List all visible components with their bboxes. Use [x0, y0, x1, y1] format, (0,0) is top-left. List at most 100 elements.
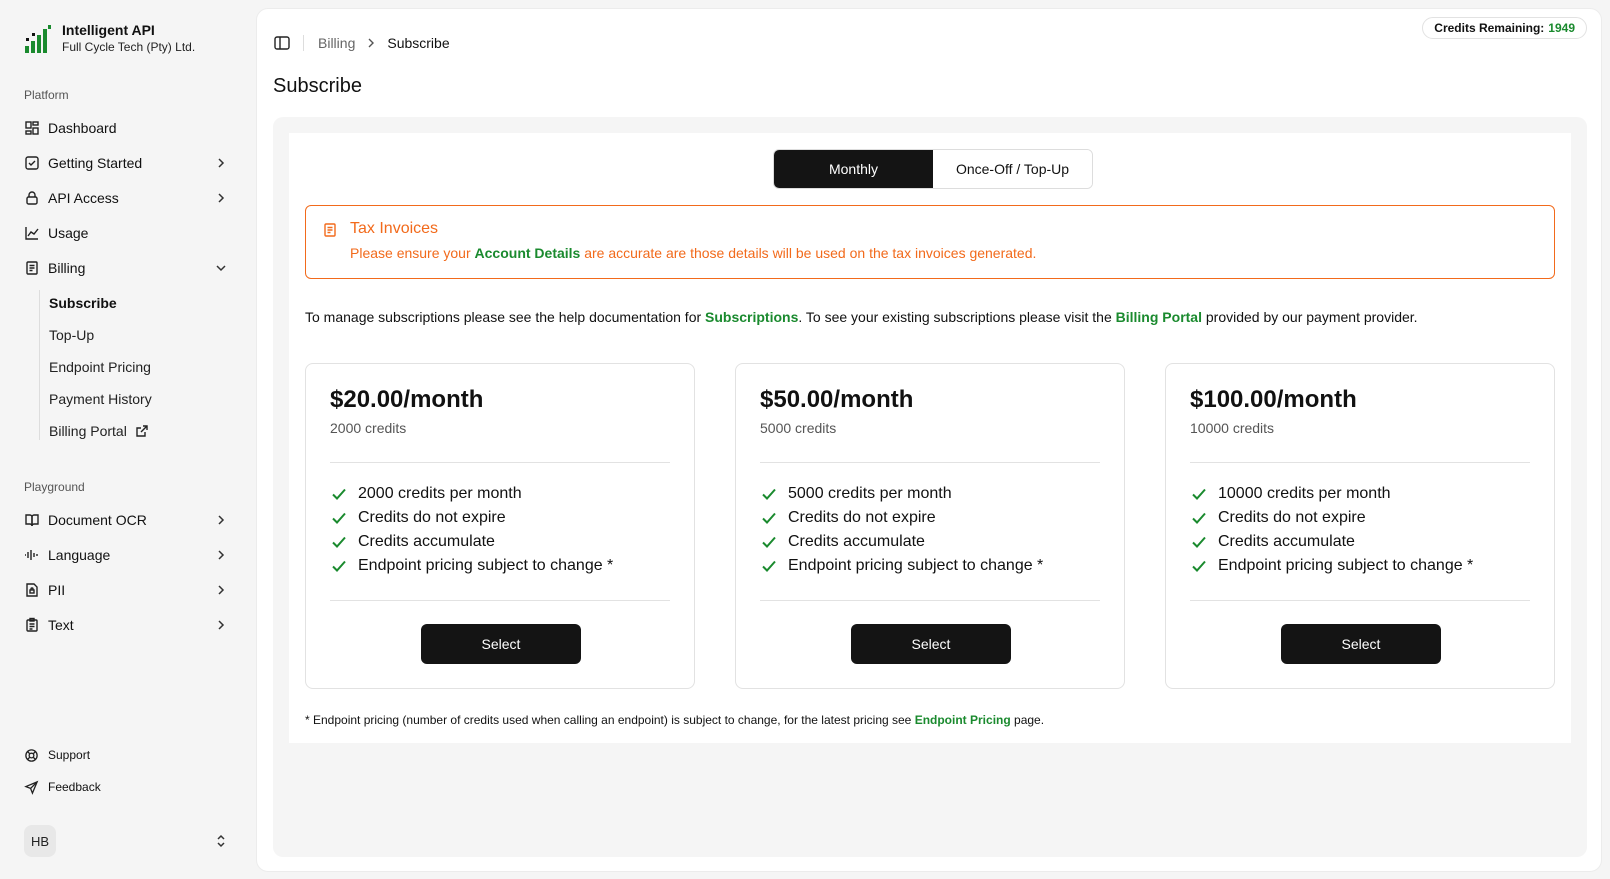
list-item: Credits do not expire: [760, 506, 1043, 530]
divider: [1190, 600, 1530, 601]
manage-text-part: provided by our payment provider.: [1201, 309, 1418, 325]
manage-subscriptions-text: To manage subscriptions please see the h…: [305, 309, 1418, 325]
feature-text: 10000 credits per month: [1218, 485, 1391, 502]
plan-features: 10000 credits per month Credits do not e…: [1190, 482, 1473, 578]
select-plan-button[interactable]: Select: [1281, 624, 1441, 664]
plan-card-20: $20.00/month 2000 credits 2000 credits p…: [305, 363, 695, 689]
check-icon: [330, 557, 348, 575]
manage-text-part: To manage subscriptions please see the h…: [305, 309, 706, 325]
subscribe-card: Monthly Once-Off / Top-Up Tax Invoices P…: [289, 133, 1571, 743]
check-icon: [1190, 557, 1208, 575]
user-menu[interactable]: HB: [16, 822, 238, 860]
credits-label: Credits Remaining:: [1434, 21, 1545, 35]
alert-message-text: are accurate are those details will be u…: [580, 245, 1037, 261]
subscriptions-link[interactable]: Subscriptions: [705, 309, 798, 325]
sidebar-item-text[interactable]: Text: [16, 610, 238, 640]
sidebar-subitem-label: Billing Portal: [49, 423, 127, 439]
feature-text: Credits do not expire: [1218, 509, 1366, 526]
tab-monthly[interactable]: Monthly: [774, 150, 933, 188]
chevrons-up-down-icon: [214, 833, 228, 849]
sidebar-item-usage[interactable]: Usage: [16, 218, 238, 248]
chevron-down-icon: [214, 261, 228, 275]
feature-text: Credits accumulate: [358, 533, 495, 550]
sidebar-subitem-billing-portal[interactable]: Billing Portal: [40, 418, 220, 444]
tab-once-off-top-up[interactable]: Once-Off / Top-Up: [933, 150, 1092, 188]
sidebar-item-pii[interactable]: PII: [16, 575, 238, 605]
endpoint-pricing-link[interactable]: Endpoint Pricing: [915, 713, 1011, 727]
plan-price: $50.00/month: [760, 386, 914, 413]
check-icon: [1190, 533, 1208, 551]
feature-text: Endpoint pricing subject to change *: [358, 557, 614, 574]
check-icon: [760, 557, 778, 575]
sidebar-subitem-label: Endpoint Pricing: [49, 359, 151, 375]
divider: [330, 462, 670, 463]
feature-text: 5000 credits per month: [788, 485, 952, 502]
content-panel: Monthly Once-Off / Top-Up Tax Invoices P…: [273, 117, 1587, 857]
plan-features: 2000 credits per month Credits do not ex…: [330, 482, 613, 578]
sidebar-item-label: Feedback: [48, 780, 101, 794]
list-item: Credits accumulate: [760, 530, 1043, 554]
sidebar-subitem-endpoint-pricing[interactable]: Endpoint Pricing: [40, 354, 220, 380]
sidebar-item-label: Usage: [48, 225, 89, 241]
external-link-icon: [135, 424, 149, 438]
brand-name: Intelligent API: [62, 22, 155, 38]
sidebar-subitem-payment-history[interactable]: Payment History: [40, 386, 220, 412]
send-icon: [24, 780, 39, 795]
list-item: Credits do not expire: [1190, 506, 1473, 530]
sidebar-item-dashboard[interactable]: Dashboard: [16, 113, 238, 143]
divider: [330, 600, 670, 601]
brand-company: Full Cycle Tech (Pty) Ltd.: [62, 40, 196, 54]
sidebar-item-billing[interactable]: Billing: [16, 253, 238, 283]
sidebar-item-getting-started[interactable]: Getting Started: [16, 148, 238, 178]
checkbox-icon: [24, 155, 40, 171]
sidebar-toggle-icon[interactable]: [273, 34, 291, 52]
breadcrumb-subscribe: Subscribe: [387, 35, 450, 51]
alert-title: Tax Invoices: [350, 220, 439, 237]
select-plan-button[interactable]: Select: [851, 624, 1011, 664]
sidebar-item-document-ocr[interactable]: Document OCR: [16, 505, 238, 535]
chevron-right-icon: [214, 513, 228, 527]
check-icon: [1190, 485, 1208, 503]
chevron-right-icon: [214, 191, 228, 205]
plan-credits: 10000 credits: [1190, 420, 1275, 436]
alert-message: Please ensure your Account Details are a…: [350, 245, 1036, 261]
billing-type-toggle: Monthly Once-Off / Top-Up: [773, 149, 1093, 189]
feature-text: Endpoint pricing subject to change *: [1218, 557, 1474, 574]
list-item: Credits accumulate: [330, 530, 613, 554]
sidebar-item-api-access[interactable]: API Access: [16, 183, 238, 213]
billing-portal-link[interactable]: Billing Portal: [1116, 309, 1202, 325]
check-icon: [760, 509, 778, 527]
receipt-icon: [322, 222, 338, 238]
sidebar-subitem-subscribe[interactable]: Subscribe: [40, 290, 220, 316]
select-plan-button[interactable]: Select: [421, 624, 581, 664]
plan-features: 5000 credits per month Credits do not ex…: [760, 482, 1043, 578]
feature-text: Credits accumulate: [788, 533, 925, 550]
sidebar-item-support[interactable]: Support: [16, 741, 238, 769]
feature-text: Endpoint pricing subject to change *: [788, 557, 1044, 574]
alert-message-text: Please ensure your: [350, 245, 475, 261]
sidebar-item-label: Text: [48, 617, 74, 633]
sidebar-item-label: Dashboard: [48, 120, 117, 136]
sidebar-subitem-label: Payment History: [49, 391, 152, 407]
sidebar-item-language[interactable]: Language: [16, 540, 238, 570]
sidebar-item-label: Document OCR: [48, 512, 147, 528]
sidebar-item-label: PII: [48, 582, 66, 598]
page-title: Subscribe: [273, 75, 362, 97]
breadcrumb-billing[interactable]: Billing: [318, 35, 355, 51]
feature-text: Credits accumulate: [1218, 533, 1355, 550]
feature-text: 2000 credits per month: [358, 485, 522, 502]
brand[interactable]: Intelligent API Full Cycle Tech (Pty) Lt…: [24, 22, 195, 55]
check-icon: [1190, 509, 1208, 527]
pricing-footnote: * Endpoint pricing (number of credits us…: [305, 713, 1044, 727]
feature-text: Credits do not expire: [358, 509, 506, 526]
list-item: 5000 credits per month: [760, 482, 1043, 506]
sidebar-subitem-top-up[interactable]: Top-Up: [40, 322, 220, 348]
section-label-playground: Playground: [24, 480, 85, 494]
sidebar-item-label: Support: [48, 748, 91, 762]
section-label-platform: Platform: [24, 88, 69, 102]
list-item: Endpoint pricing subject to change *: [330, 554, 613, 578]
account-details-link[interactable]: Account Details: [475, 245, 581, 261]
credits-value: 1949: [1548, 21, 1575, 35]
dashboard-icon: [24, 120, 40, 136]
sidebar-item-feedback[interactable]: Feedback: [16, 773, 238, 801]
